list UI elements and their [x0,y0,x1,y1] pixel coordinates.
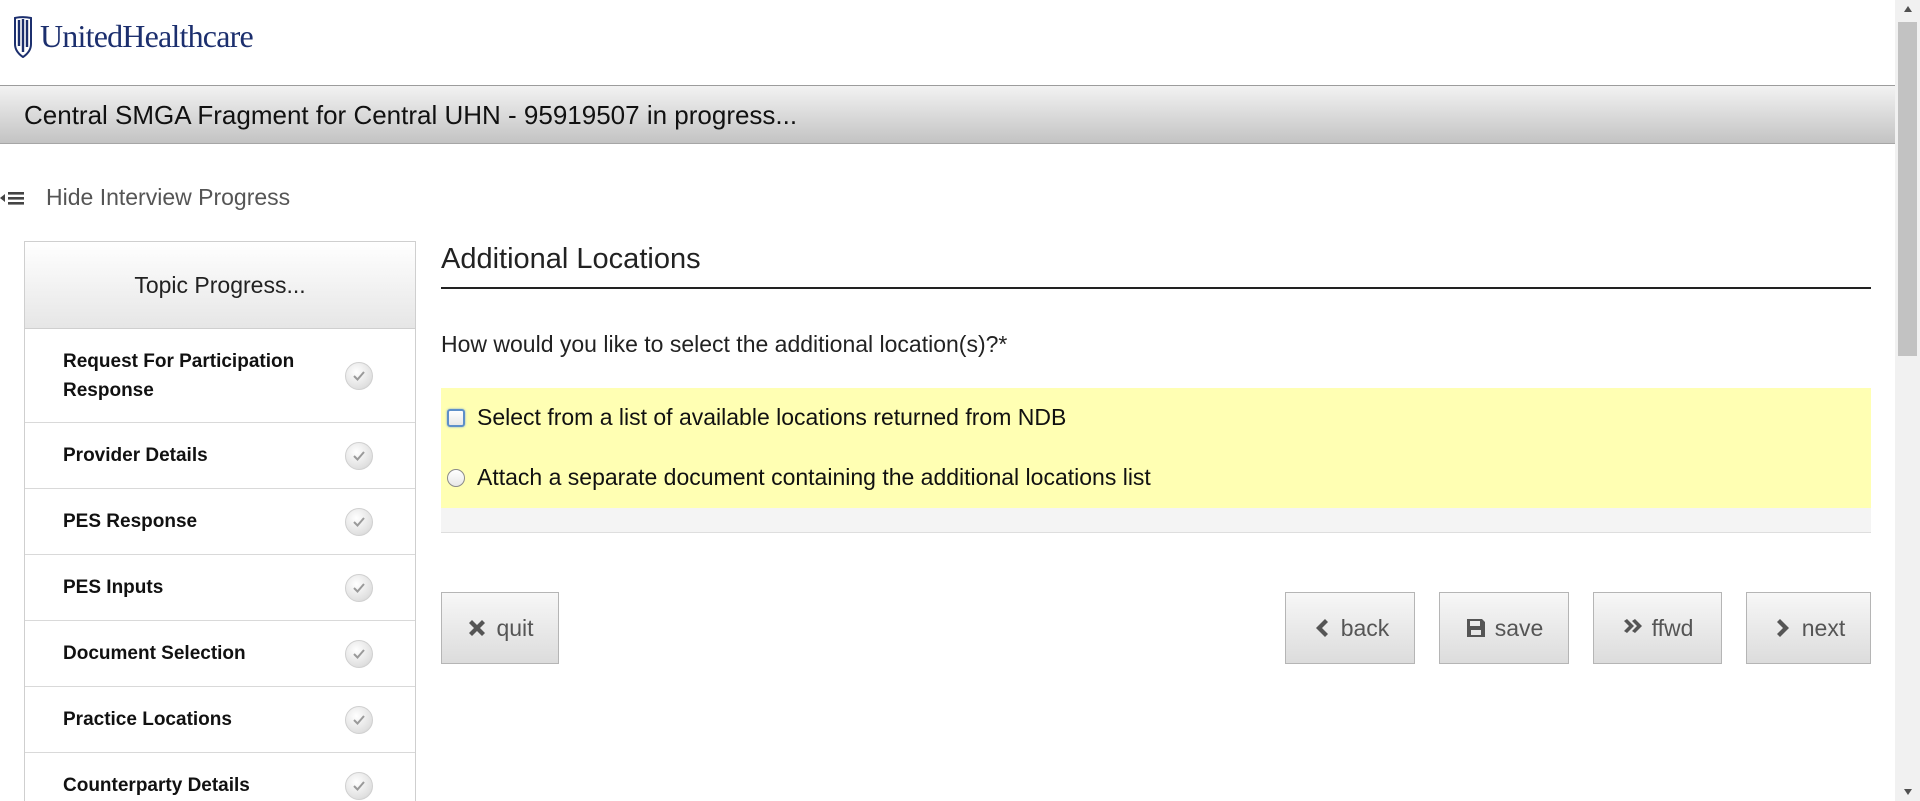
topic-item-pes-response[interactable]: PES Response [25,489,415,555]
topic-item-label: Counterparty Details [63,775,250,796]
save-label: save [1494,614,1544,641]
page: UnitedHealthcare Central SMGA Fragment f… [0,0,1895,801]
chevron-right-icon [1776,619,1789,637]
option-attach-document[interactable]: Attach a separate document containing th… [447,464,1151,491]
main-content: Additional Locations How would you like … [441,241,1871,533]
checkmark-icon [345,573,373,602]
radio-button[interactable] [447,468,465,487]
topic-item-label: Request For Participation Response [63,350,295,401]
brand-name: UnitedHealthcare [40,17,254,54]
ffwd-label: ffwd [1651,614,1694,641]
options-footer [441,508,1871,533]
topic-item-pes-inputs[interactable]: PES Inputs [25,555,415,621]
answer-options-box: Select from a list of available location… [441,388,1871,508]
chevron-left-icon [1315,619,1328,637]
floppy-disk-icon [1466,619,1485,637]
uhc-shield-icon [14,16,32,58]
hide-progress-toggle[interactable]: Hide Interview Progress [0,184,290,211]
next-label: next [1801,614,1846,641]
brand-bar: UnitedHealthcare [0,0,1895,85]
option-label[interactable]: Select from a list of available location… [477,404,1066,431]
radio-button[interactable] [447,408,465,427]
double-chevron-right-icon [1623,619,1642,633]
page-title: Central SMGA Fragment for Central UHN - … [24,100,798,130]
checkmark-icon [345,639,373,668]
quit-button[interactable]: quit [441,592,559,664]
topic-item-counterparty-details[interactable]: Counterparty Details [25,753,415,801]
question-text: How would you like to select the additio… [441,331,1871,358]
back-label: back [1340,614,1390,641]
scroll-thumb[interactable] [1898,22,1917,356]
topic-item-label: PES Response [63,511,198,532]
topic-item-request-for-participation[interactable]: Request For Participation Response [25,329,415,423]
topic-item-label: Provider Details [63,445,208,466]
ffwd-button[interactable]: ffwd [1593,592,1722,664]
collapse-list-icon [0,191,24,205]
logo[interactable]: UnitedHealthcare [12,14,254,58]
checkmark-icon [345,441,373,470]
checkmark-icon [345,507,373,536]
checkmark-icon [345,771,373,800]
topic-item-document-selection[interactable]: Document Selection [25,621,415,687]
question-label: How would you like to select the additio… [441,331,999,357]
topic-item-label: Document Selection [63,643,246,664]
topic-progress-header: Topic Progress... [25,242,415,329]
hide-progress-label: Hide Interview Progress [46,184,291,210]
option-label[interactable]: Attach a separate document containing th… [477,464,1151,491]
close-x-icon [469,620,486,636]
required-marker: * [998,331,1008,357]
vertical-scrollbar[interactable] [1895,0,1920,801]
checkmark-icon [345,361,373,390]
scroll-down-arrow-icon[interactable] [1895,783,1920,801]
topic-item-practice-locations[interactable]: Practice Locations [25,687,415,753]
topic-item-label: Practice Locations [63,709,232,730]
option-select-from-ndb[interactable]: Select from a list of available location… [447,404,1066,431]
topic-progress-panel: Topic Progress... Request For Participat… [24,241,416,801]
quit-label: quit [496,614,534,641]
checkmark-icon [345,705,373,734]
topic-item-provider-details[interactable]: Provider Details [25,423,415,489]
next-button[interactable]: next [1746,592,1871,664]
save-button[interactable]: save [1439,592,1569,664]
title-bar: Central SMGA Fragment for Central UHN - … [0,85,1895,144]
scroll-up-arrow-icon[interactable] [1895,0,1920,18]
section-title: Additional Locations [441,241,1871,289]
back-button[interactable]: back [1285,592,1415,664]
topic-item-label: PES Inputs [63,577,164,598]
